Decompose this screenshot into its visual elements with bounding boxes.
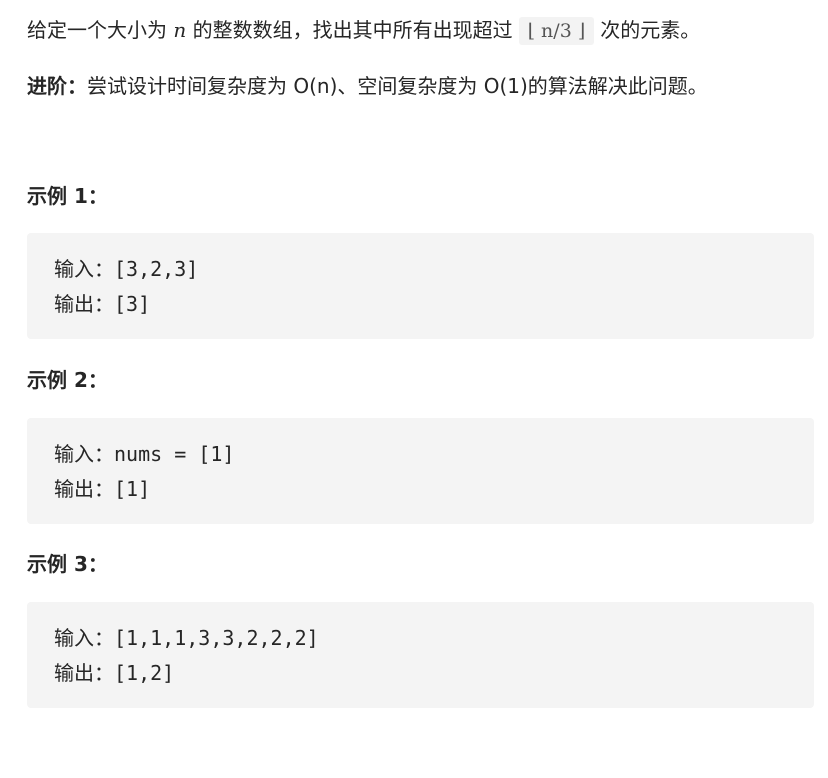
example-1-title: 示例 1： [27,184,108,208]
advanced-note: 进阶：尝试设计时间复杂度为 O(n)、空间复杂度为 O(1)的算法解决此问题。 [27,73,708,99]
example-2-title: 示例 2： [27,368,108,392]
example-1-code-block: 输入：[3,2,3] 输出：[3] [27,233,814,339]
example-1-input-label: 输入： [54,257,114,281]
example-3-input-line: 输入：[1,1,1,3,3,2,2,2] [54,625,319,651]
example-3-title: 示例 3： [27,552,108,576]
variable-n: n [173,18,187,42]
example-2-output-value: [1] [114,477,151,501]
example-3-output-value: [1,2] [114,661,175,685]
example-2-code-block: 输入：nums = [1] 输出：[1] [27,418,814,524]
problem-description: 给定一个大小为 n 的整数数组，找出其中所有出现超过 ⌊ n/3 ⌋ 次的元素。 [27,17,700,45]
advanced-label: 进阶： [27,74,87,98]
example-3-output-label: 输出： [54,661,114,685]
example-3-input-value: [1,1,1,3,3,2,2,2] [114,626,319,650]
description-text-middle: 的整数数组，找出其中所有出现超过 [186,18,513,42]
example-1-output-line: 输出：[3] [54,291,150,317]
example-1-input-value: [3,2,3] [114,257,199,281]
example-2-input-label: 输入： [54,442,114,466]
example-1-output-value: [3] [114,292,151,316]
description-text-start: 给定一个大小为 [27,18,174,42]
advanced-text: 尝试设计时间复杂度为 O(n)、空间复杂度为 O(1)的算法解决此问题。 [87,74,708,98]
example-2-input-value: nums = [1] [114,442,235,466]
example-1-input-line: 输入：[3,2,3] [54,256,198,282]
example-3-input-label: 输入： [54,626,114,650]
example-2-output-line: 输出：[1] [54,476,150,502]
example-3-output-line: 输出：[1,2] [54,660,174,686]
example-2-input-line: 输入：nums = [1] [54,441,234,467]
description-text-end: 次的元素。 [600,18,701,42]
example-1-output-label: 输出： [54,292,114,316]
example-2-output-label: 输出： [54,477,114,501]
example-3-code-block: 输入：[1,1,1,3,3,2,2,2] 输出：[1,2] [27,602,814,708]
floor-n-over-3-formula: ⌊ n/3 ⌋ [518,17,595,45]
